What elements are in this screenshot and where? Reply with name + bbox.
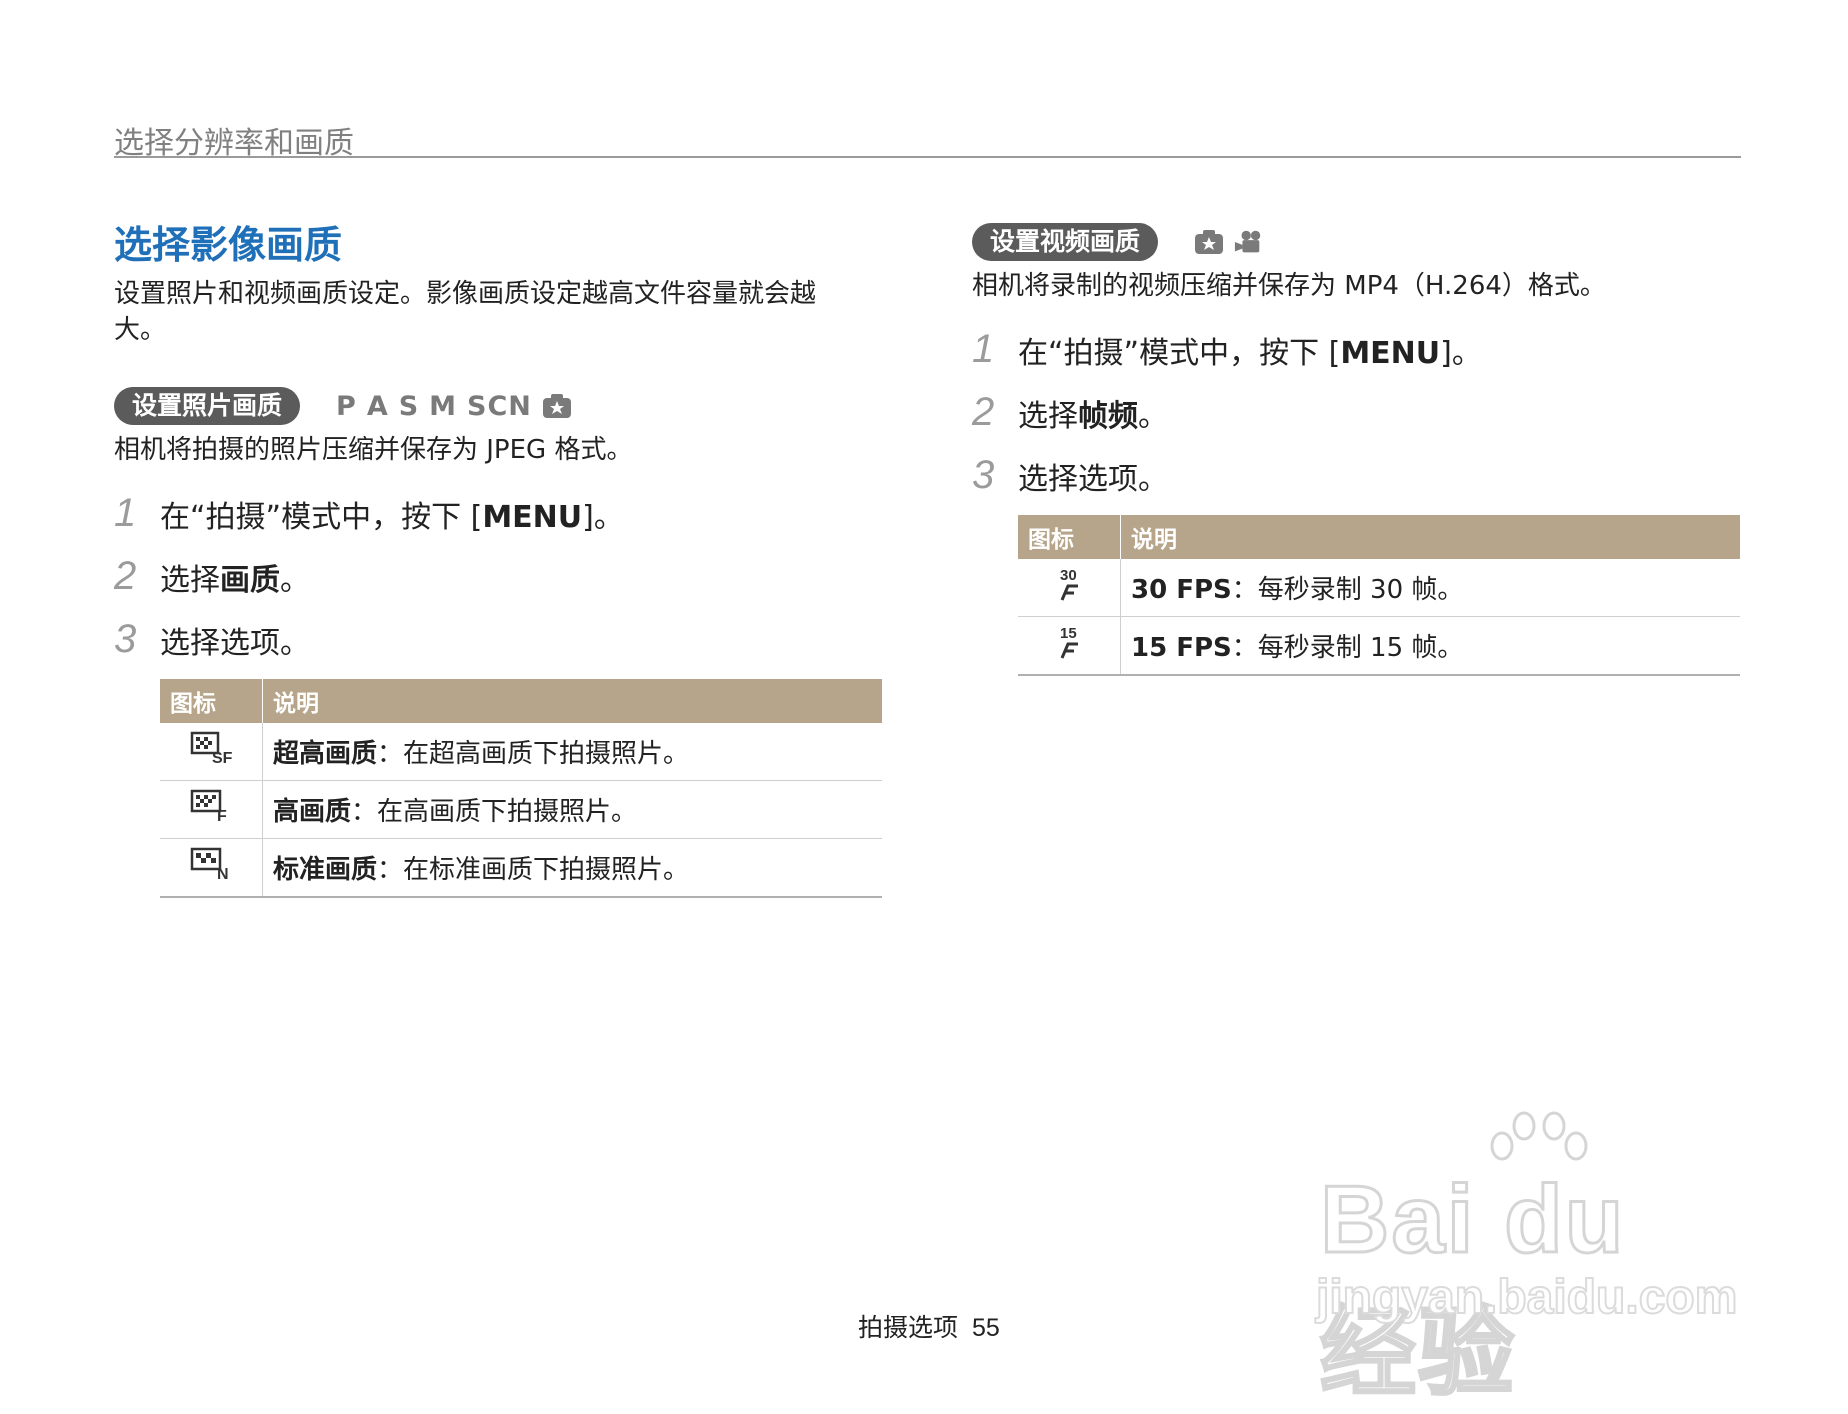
fps-icon-label: 15 [1060, 625, 1077, 642]
page-title: 选择影像画质 [114, 223, 343, 267]
table-row: N 标准画质：在标准画质下拍摄照片。 [160, 838, 882, 898]
fps-icon-label: 30 [1060, 567, 1077, 584]
option-name: 30 FPS [1131, 575, 1232, 605]
option-name: 标准画质 [273, 855, 378, 885]
step-3: 3 选择选项。 [114, 608, 884, 671]
step-number: 3 [972, 453, 995, 497]
option-name: 高画质 [273, 797, 352, 827]
table-header-row: 图标 说明 [160, 679, 882, 723]
quality-super-fine-icon: SF [190, 731, 233, 767]
step-text: 在“拍摄”模式中，按下 [ [1018, 335, 1341, 371]
option-desc: ：在超高画质下拍摄照片。 [377, 739, 690, 769]
step-text: 选择 [160, 562, 220, 598]
mode-s: S [398, 390, 420, 422]
step-text-end: ]。 [1440, 335, 1482, 371]
option-name: 15 FPS [1131, 633, 1232, 663]
page-footer: 拍摄选项 55 [858, 1308, 1000, 1344]
step-2: 2 选择画质。 [114, 545, 884, 608]
step-3: 3 选择选项。 [972, 444, 1742, 507]
video-quality-desc: 相机将录制的视频压缩并保存为 MP4（H.264）格式。 [972, 271, 1606, 301]
table-row: SF 超高画质：在超高画质下拍摄照片。 [160, 723, 882, 781]
fps-15-icon: 15 [1060, 625, 1078, 659]
video-fps-table: 图标 说明 30 30 FPS：每秒录制 30 帧。 15 15 FPS：每秒录… [1018, 515, 1740, 676]
mode-m: M [429, 390, 458, 422]
step-text-end: 。 [1138, 398, 1168, 434]
smart-auto-icon [1195, 230, 1224, 254]
step-1: 1 在“拍摄”模式中，按下 [MENU]。 [114, 482, 884, 545]
baidu-watermark: Bai du 经验 jingyan.baidu.com [1310, 1110, 1750, 1409]
section-label: 设置视频画质 [972, 223, 1159, 261]
option-name: 超高画质 [273, 739, 378, 769]
header-divider [114, 156, 1741, 158]
svg-text:N: N [217, 866, 229, 881]
photo-quality-column: 选择影像画质 设置照片和视频画质设定。影像画质设定越高文件容量就会越大。 设置照… [114, 222, 884, 898]
step-text: 选择选项。 [160, 625, 310, 661]
column-header-icon: 图标 [160, 679, 263, 723]
mode-list [1194, 229, 1264, 255]
photo-quality-table: 图标 说明 SF 超高画质：在超高画质下拍摄照片。 F 高画质：在高画质下拍摄照… [160, 679, 882, 898]
footer-section: 拍摄选项 [858, 1313, 959, 1342]
photo-steps: 1 在“拍摄”模式中，按下 [MENU]。 2 选择画质。 3 选择选项。 [114, 482, 884, 671]
photo-quality-desc: 相机将拍摄的照片压缩并保存为 JPEG 格式。 [114, 435, 633, 465]
video-quality-section-header: 设置视频画质 [972, 222, 1742, 262]
step-text-end: 。 [280, 562, 310, 598]
intro-text: 设置照片和视频画质设定。影像画质设定越高文件容量就会越大。 [114, 279, 817, 345]
table-row: F 高画质：在高画质下拍摄照片。 [160, 780, 882, 839]
option-desc: ：在标准画质下拍摄照片。 [377, 855, 690, 885]
smart-auto-icon [542, 394, 571, 418]
step-number: 2 [972, 390, 995, 434]
menu-option: 帧频 [1078, 398, 1138, 434]
step-number: 1 [114, 491, 137, 535]
table-row: 15 15 FPS：每秒录制 15 帧。 [1018, 616, 1740, 676]
fps-30-icon: 30 [1060, 567, 1078, 601]
option-desc: ：每秒录制 15 帧。 [1231, 633, 1464, 663]
step-text: 在“拍摄”模式中，按下 [ [160, 499, 483, 535]
movie-camera-icon [1234, 230, 1261, 253]
step-number: 1 [972, 327, 995, 371]
svg-text:F: F [217, 808, 227, 823]
menu-key: MENU [1340, 335, 1441, 371]
quality-normal-icon: N [190, 847, 229, 883]
option-desc: ：每秒录制 30 帧。 [1231, 575, 1464, 605]
mode-a: A [366, 390, 389, 422]
step-2: 2 选择帧频。 [972, 381, 1742, 444]
table-header-row: 图标 说明 [1018, 515, 1740, 559]
section-label: 设置照片画质 [114, 387, 301, 425]
step-number: 2 [114, 554, 137, 598]
menu-option: 画质 [220, 562, 280, 598]
step-text: 选择 [1018, 398, 1078, 434]
watermark-url: jingyan.baidu.com [1315, 1270, 1738, 1325]
mode-p: P [336, 390, 357, 422]
table-row: 30 30 FPS：每秒录制 30 帧。 [1018, 559, 1740, 617]
step-text-end: ]。 [582, 499, 624, 535]
quality-fine-icon: F [190, 789, 227, 825]
page-number: 55 [972, 1314, 1000, 1342]
svg-text:SF: SF [212, 750, 232, 765]
photo-quality-section-header: 设置照片画质 P A S M SCN [114, 386, 884, 426]
column-header-icon: 图标 [1018, 515, 1121, 559]
mode-scn: SCN [467, 390, 532, 422]
step-1: 1 在“拍摄”模式中，按下 [MENU]。 [972, 318, 1742, 381]
video-steps: 1 在“拍摄”模式中，按下 [MENU]。 2 选择帧频。 3 选择选项。 [972, 318, 1742, 507]
video-quality-column: 设置视频画质 相机将录制的视频压缩并保存为 MP4（H.264）格式。 1 在“… [972, 222, 1742, 676]
step-text: 选择选项。 [1018, 461, 1168, 497]
column-header-desc: 说明 [262, 679, 882, 723]
option-desc: ：在高画质下拍摄照片。 [351, 797, 638, 827]
step-number: 3 [114, 617, 137, 661]
menu-key: MENU [482, 499, 583, 535]
mode-list: P A S M SCN [336, 391, 572, 422]
column-header-desc: 说明 [1120, 515, 1740, 559]
